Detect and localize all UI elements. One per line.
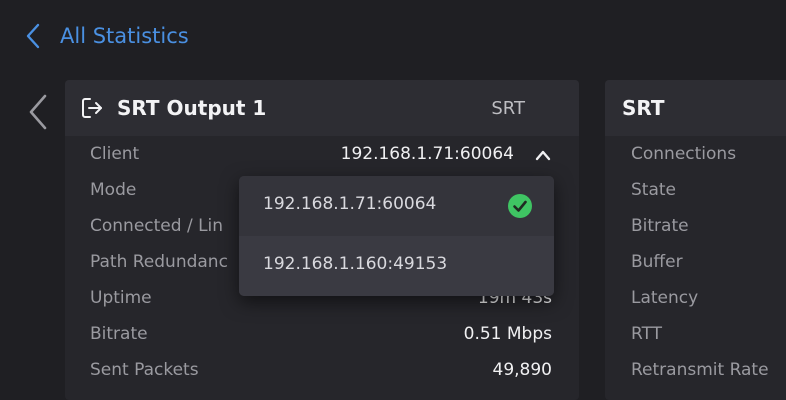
client-dropdown-menu: 192.168.1.71:60064 192.168.1.160:49153 (239, 176, 554, 296)
protocol-label: SRT (491, 98, 525, 119)
stat-row: State (605, 172, 786, 208)
stat-label: Sent Packets (90, 360, 199, 380)
stat-label: State (631, 180, 676, 200)
stat-row: Bitrate 0.51 Mbps (65, 316, 579, 352)
chevron-left-icon (29, 94, 47, 130)
panel-title: SRT Output 1 (117, 96, 267, 120)
stat-label: Bitrate (90, 324, 148, 344)
panel-title: SRT (622, 96, 665, 120)
stat-label: Latency (631, 288, 699, 308)
stat-label: Path Redundanc (90, 252, 228, 272)
back-link[interactable]: All Statistics (26, 20, 189, 52)
stat-row: Connections (605, 136, 786, 172)
client-row[interactable]: Client 192.168.1.71:60064 (65, 136, 579, 172)
stat-label: Bitrate (631, 216, 689, 236)
back-link-label: All Statistics (60, 24, 189, 48)
stat-row: Sent Packets 49,890 (65, 352, 579, 388)
check-circle-icon (508, 194, 532, 222)
stat-value: 0.51 Mbps (463, 324, 552, 344)
chevron-left-icon (26, 23, 40, 49)
stat-row: RTT (605, 316, 786, 352)
chevron-up-icon[interactable] (535, 146, 551, 165)
client-option[interactable]: 192.168.1.71:60064 (239, 176, 554, 236)
stat-row: Bitrate (605, 208, 786, 244)
panel-header: SRT (605, 80, 786, 136)
client-option-label: 192.168.1.160:49153 (263, 254, 448, 274)
client-option-label: 192.168.1.71:60064 (263, 194, 437, 214)
client-label: Client (90, 144, 140, 164)
client-select-value[interactable]: 192.168.1.71:60064 (341, 144, 514, 164)
stat-label: Buffer (631, 252, 683, 272)
stat-row: Buffer (605, 244, 786, 280)
stat-label: Connections (631, 144, 737, 164)
srt-stats-panel: SRT Connections State Bitrate Buffer Lat… (605, 80, 786, 400)
stat-value: 49,890 (492, 360, 552, 380)
stat-row: Latency (605, 280, 786, 316)
stat-label: Retransmit Rate (631, 360, 769, 380)
client-option[interactable]: 192.168.1.160:49153 (239, 236, 554, 296)
stat-label: Uptime (90, 288, 152, 308)
panel-header: SRT Output 1 SRT (65, 80, 579, 136)
previous-panel-button[interactable] (28, 94, 48, 134)
output-icon (81, 97, 103, 123)
stat-label: RTT (631, 324, 663, 344)
stat-label: Connected / Lin (90, 216, 224, 236)
stat-label: Mode (90, 180, 137, 200)
stat-row: Retransmit Rate (605, 352, 786, 388)
